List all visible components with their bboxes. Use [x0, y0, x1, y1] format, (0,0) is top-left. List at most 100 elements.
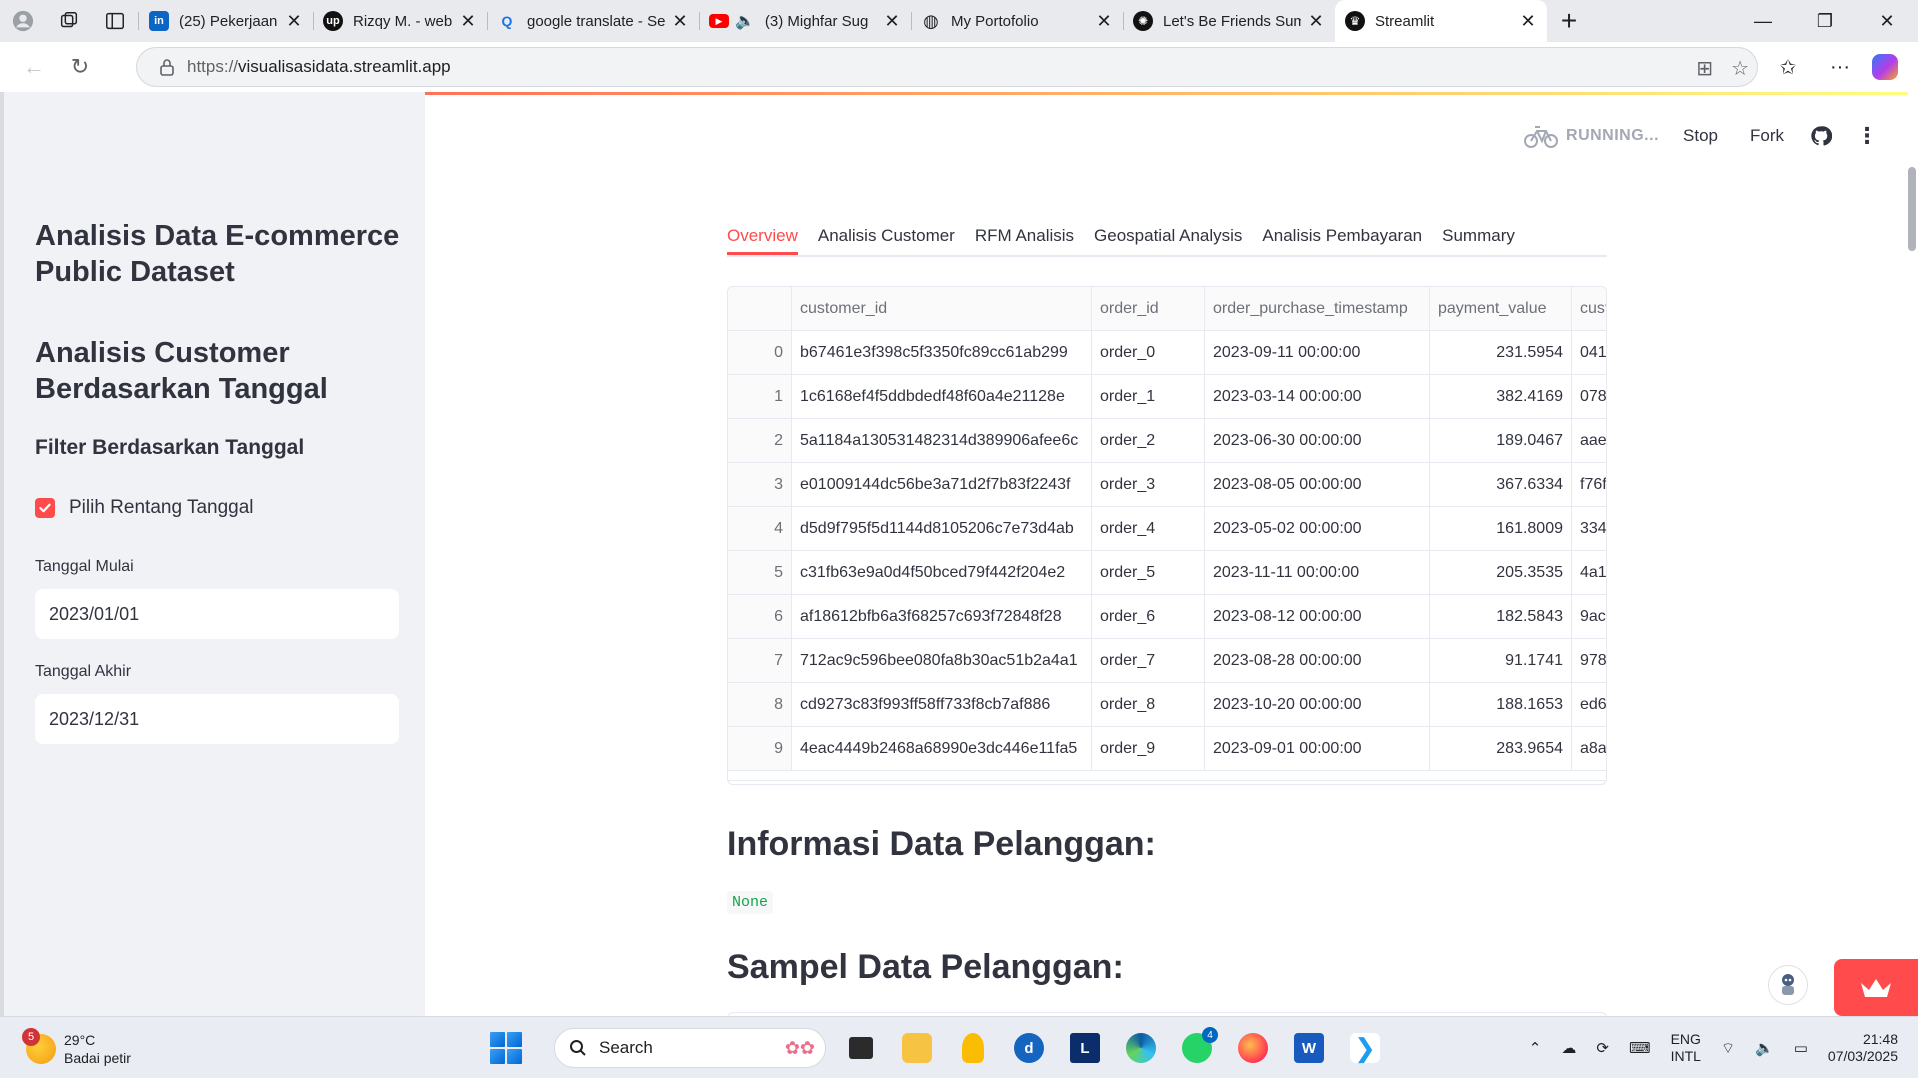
table-cell-payment-value[interactable]: 189.0467 [1430, 419, 1572, 462]
table-cell-customer-cut[interactable]: 9acd [1572, 595, 1606, 638]
reload-icon[interactable]: ↻ [58, 47, 102, 87]
restore-icon[interactable]: ❐ [1794, 0, 1856, 42]
back-icon[interactable]: ← [12, 47, 56, 87]
table-row[interactable]: 9 4eac4449b2468a68990e3dc446e11fa5 order_9… [728, 727, 1606, 771]
chevron-up-icon[interactable]: ⌃ [1529, 1039, 1542, 1057]
minimize-icon[interactable]: — [1732, 0, 1794, 42]
close-tab-icon[interactable]: ✕ [1095, 11, 1113, 32]
whatsapp-icon[interactable]: 4 [1176, 1027, 1218, 1069]
table-cell-order-id[interactable]: order_3 [1092, 463, 1205, 506]
table-cell-index[interactable]: 3 [728, 463, 792, 506]
browser-tab[interactable]: in (25) Pekerjaan Web D ✕ [139, 0, 313, 42]
app-available-icon[interactable]: ⊞ [1696, 56, 1713, 81]
table-cell-index[interactable]: 6 [728, 595, 792, 638]
page-scrollbar[interactable] [1908, 167, 1916, 251]
table-cell-index[interactable]: 5 [728, 551, 792, 594]
table-header-customer-id[interactable]: customer_id [792, 287, 1092, 330]
table-cell-customer-id[interactable]: 712ac9c596bee080fa8b30ac51b2a4a1 [792, 639, 1092, 682]
word-icon[interactable]: W [1288, 1027, 1330, 1069]
close-tab-icon[interactable]: ✕ [1307, 11, 1325, 32]
start-date-input[interactable]: 2023/01/01 [35, 589, 399, 639]
sync-icon[interactable]: ⟳ [1596, 1039, 1609, 1057]
tab-geospatial-analysis[interactable]: Geospatial Analysis [1094, 226, 1242, 255]
table-cell-order-id[interactable]: order_2 [1092, 419, 1205, 462]
table-header-timestamp[interactable]: order_purchase_timestamp [1205, 287, 1430, 330]
date-range-checkbox[interactable]: Pilih Rentang Tanggal [35, 497, 254, 519]
table-cell-order-id[interactable]: order_4 [1092, 507, 1205, 550]
favorites-icon[interactable]: ✩ [1768, 55, 1808, 80]
table-cell-customer-id[interactable]: b67461e3f398c5f3350fc89cc61ab299 [792, 331, 1092, 374]
battery-icon[interactable]: ▭ [1794, 1039, 1808, 1057]
table-cell-index[interactable]: 0 [728, 331, 792, 374]
github-icon[interactable] [1810, 125, 1832, 147]
checkbox-checked-icon[interactable] [35, 498, 55, 518]
close-tab-icon[interactable]: ✕ [459, 11, 477, 32]
table-cell-timestamp[interactable]: 2023-03-14 00:00:00 [1205, 375, 1430, 418]
tab-actions-icon[interactable] [92, 0, 138, 42]
table-cell-index[interactable]: 1 [728, 375, 792, 418]
table-row[interactable]: 8 cd9273c83f993ff58ff733f8cb7af886 order_8… [728, 683, 1606, 727]
table-cell-customer-cut[interactable]: a8ac [1572, 727, 1606, 770]
table-cell-timestamp[interactable]: 2023-06-30 00:00:00 [1205, 419, 1430, 462]
table-cell-order-id[interactable]: order_1 [1092, 375, 1205, 418]
table-cell-payment-value[interactable]: 283.9654 [1430, 727, 1572, 770]
dana-icon[interactable]: d [1008, 1027, 1050, 1069]
weather-widget[interactable]: 5 29°C Badai petir [22, 1028, 131, 1067]
stop-button[interactable]: Stop [1683, 126, 1718, 146]
table-row[interactable]: 0 b67461e3f398c5f3350fc89cc61ab299 order_0… [728, 331, 1606, 375]
url-field[interactable]: https://visualisasidata.streamlit.app ⊞ … [136, 47, 1758, 87]
table-row[interactable]: 5 c31fb63e9a0d4f50bced79f442f204e2 order_5… [728, 551, 1606, 595]
table-cell-timestamp[interactable]: 2023-10-20 00:00:00 [1205, 683, 1430, 726]
fork-button[interactable]: Fork [1750, 126, 1784, 146]
table-cell-customer-id[interactable]: 4eac4449b2468a68990e3dc446e11fa5 [792, 727, 1092, 770]
speaker-icon[interactable]: 🔈 [735, 11, 755, 31]
volume-icon[interactable]: 🔈 [1755, 1039, 1774, 1057]
table-cell-order-id[interactable]: order_0 [1092, 331, 1205, 374]
table-cell-customer-id[interactable]: c31fb63e9a0d4f50bced79f442f204e2 [792, 551, 1092, 594]
browser-tab[interactable]: ▶ 🔈 (3) Mighfar Sug ✕ [699, 0, 911, 42]
clock[interactable]: 21:48 07/03/2025 [1828, 1031, 1898, 1065]
table-cell-customer-cut[interactable]: 0788 [1572, 375, 1606, 418]
table-header-payment-value[interactable]: payment_value [1430, 287, 1572, 330]
table-cell-order-id[interactable]: order_6 [1092, 595, 1205, 638]
table-row[interactable]: 3 e01009144dc56be3a71d2f7b83f2243f order_3… [728, 463, 1606, 507]
data-table[interactable]: customer_id order_id order_purchase_time… [727, 286, 1607, 785]
table-cell-payment-value[interactable]: 205.3535 [1430, 551, 1572, 594]
table-cell-timestamp[interactable]: 2023-05-02 00:00:00 [1205, 507, 1430, 550]
table-row[interactable]: 4 d5d9f795f5d1144d8105206c7e73d4ab order_4… [728, 507, 1606, 551]
tab-analisis-customer[interactable]: Analisis Customer [818, 226, 955, 255]
browser-tab[interactable]: ◍ My Portofolio ✕ [911, 0, 1123, 42]
table-cell-timestamp[interactable]: 2023-08-05 00:00:00 [1205, 463, 1430, 506]
table-cell-customer-cut[interactable]: 9785 [1572, 639, 1606, 682]
table-cell-customer-cut[interactable]: 3342 [1572, 507, 1606, 550]
table-header-order-id[interactable]: order_id [1092, 287, 1205, 330]
vscode-icon[interactable]: ❯ [1344, 1027, 1386, 1069]
table-cell-timestamp[interactable]: 2023-09-11 00:00:00 [1205, 331, 1430, 374]
file-explorer-icon[interactable] [896, 1027, 938, 1069]
table-cell-order-id[interactable]: order_7 [1092, 639, 1205, 682]
workspaces-icon[interactable] [46, 0, 92, 42]
table-cell-payment-value[interactable]: 231.5954 [1430, 331, 1572, 374]
table-cell-customer-cut[interactable]: f76f4 [1572, 463, 1606, 506]
main-menu-icon[interactable]: ⋮ [1856, 123, 1878, 149]
task-view-icon[interactable] [840, 1027, 882, 1069]
table-header-customer-cut[interactable]: custo [1572, 287, 1606, 330]
table-cell-index[interactable]: 8 [728, 683, 792, 726]
keep-icon[interactable] [952, 1027, 994, 1069]
lock-icon[interactable] [147, 58, 187, 76]
close-tab-icon[interactable]: ✕ [1519, 11, 1537, 32]
tab-analisis-pembayaran[interactable]: Analisis Pembayaran [1262, 226, 1422, 255]
browser-tab[interactable]: Q google translate - Se ✕ [487, 0, 699, 42]
table-cell-index[interactable]: 7 [728, 639, 792, 682]
table-cell-timestamp[interactable]: 2023-11-11 00:00:00 [1205, 551, 1430, 594]
table-cell-payment-value[interactable]: 382.4169 [1430, 375, 1572, 418]
tab-rfm-analisis[interactable]: RFM Analisis [975, 226, 1074, 255]
table-cell-customer-id[interactable]: af18612bfb6a3f68257c693f72848f28 [792, 595, 1092, 638]
onedrive-icon[interactable]: ☁ [1561, 1039, 1576, 1057]
profile-icon[interactable] [0, 0, 46, 42]
close-tab-icon[interactable]: ✕ [285, 11, 303, 32]
close-tab-icon[interactable]: ✕ [883, 11, 901, 32]
table-cell-payment-value[interactable]: 161.8009 [1430, 507, 1572, 550]
browser-tab-active[interactable]: ♛ Streamlit ✕ [1335, 0, 1547, 42]
table-cell-customer-id[interactable]: d5d9f795f5d1144d8105206c7e73d4ab [792, 507, 1092, 550]
